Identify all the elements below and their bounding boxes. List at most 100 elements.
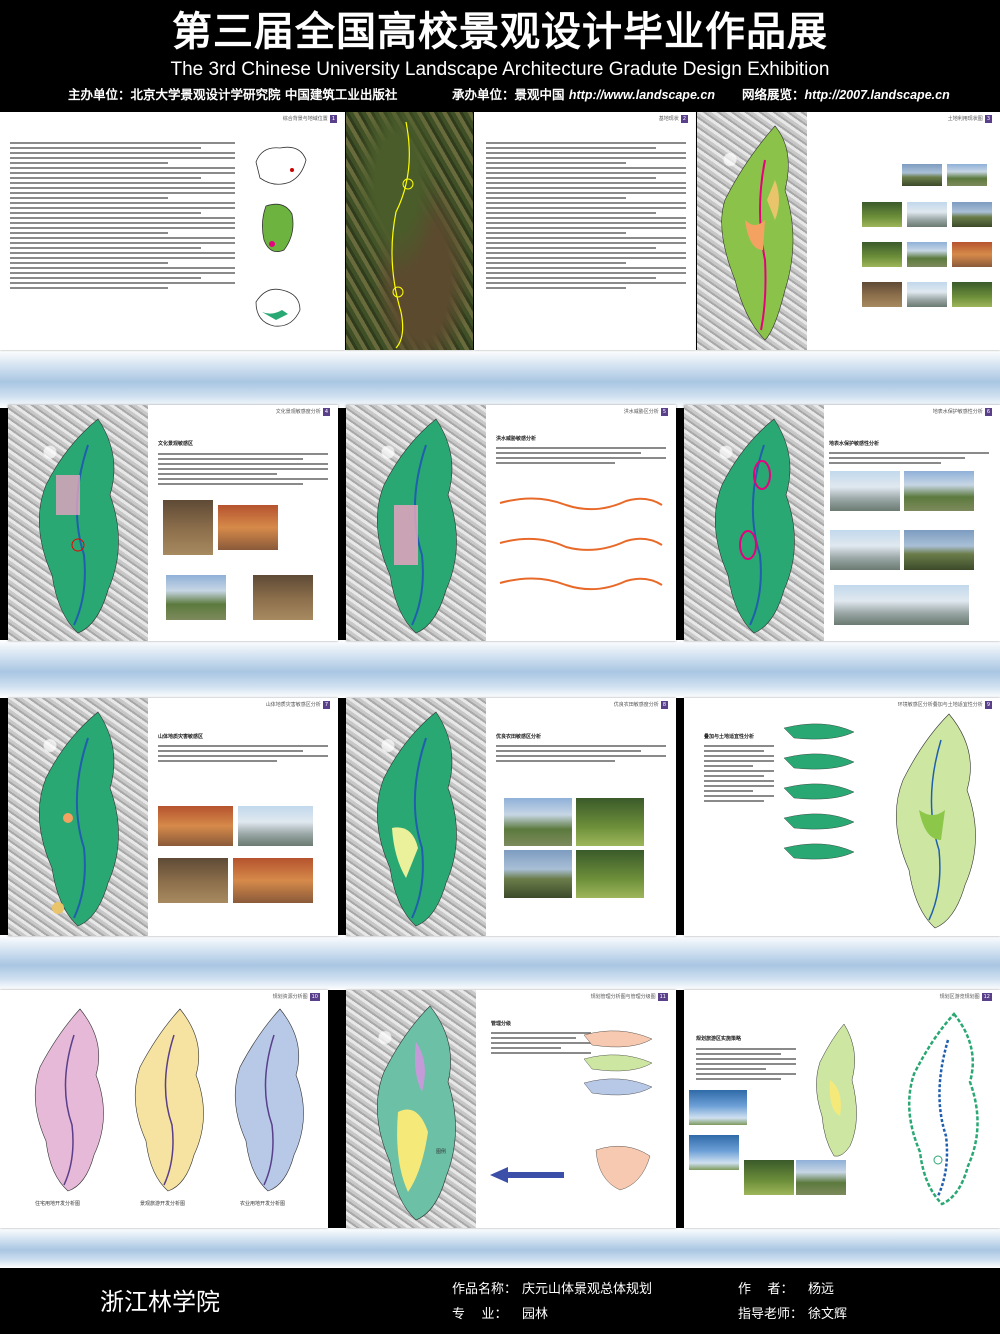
online-label: 网络展览： xyxy=(742,87,805,102)
spread-number: 10 xyxy=(309,993,320,1001)
work-name-value: 庆元山体景观总体规划 xyxy=(522,1282,653,1297)
river-photo xyxy=(830,471,900,511)
body-text xyxy=(486,142,686,292)
online-exhibition: 网络展览：http://2007.landscape.cn xyxy=(742,86,950,104)
landslide-photo xyxy=(233,858,313,903)
spread-tag-label: 土地利用现状图 xyxy=(947,116,983,122)
section-heading: 优良农田敏感区分析 xyxy=(496,734,542,740)
landscape-photo xyxy=(689,1135,739,1170)
spread-number: 4 xyxy=(322,408,330,416)
exhibition-title-en: The 3rd Chinese University Landscape Arc… xyxy=(170,59,830,80)
spread-tag-label: 规划管理分析图与管理分级图 xyxy=(590,994,656,1000)
spread-6: 地表水保护敏感性分析 6 地表水保护敏感性分析 xyxy=(684,405,1000,641)
section-heading: 规划旅游区实施策略 xyxy=(696,1036,742,1042)
body-text xyxy=(696,1048,796,1083)
spread-2: 基地现状 2 xyxy=(474,112,696,350)
section-heading: 洪水威胁敏感分析 xyxy=(496,436,537,442)
river-photo xyxy=(904,530,974,570)
sensitivity-map xyxy=(714,418,795,634)
river-photo xyxy=(830,530,900,570)
flood-section-diagram xyxy=(499,497,663,591)
spread-number: 6 xyxy=(984,408,992,416)
section-heading: 文化景观敏感区 xyxy=(158,441,194,447)
advisor-value: 徐文辉 xyxy=(808,1307,848,1322)
spread-11: 规划管理分析图与管理分级图 11 管理分级 图例 xyxy=(346,990,676,1228)
spread-number: 7 xyxy=(322,701,330,709)
section-heading: 叠加与土地适宜性分析 xyxy=(704,734,755,740)
landslide-photo xyxy=(158,806,233,846)
farmland-photo xyxy=(576,798,644,846)
tourism-zone-map xyxy=(816,1023,857,1157)
spread-number: 12 xyxy=(981,993,992,1001)
spread-tag: 山体地质灾害敏感区分析 7 xyxy=(266,701,330,709)
divider-stripe xyxy=(0,935,1000,990)
body-text xyxy=(10,142,235,292)
spread-tag-label: 规划资源分析图 xyxy=(272,994,308,1000)
spread-number: 1 xyxy=(329,115,337,123)
spread-tag: 规划管理分析图与管理分级图 11 xyxy=(591,993,668,1001)
spread-9: 环境敏感区分析叠加与土地适宜性分析 9 叠加与土地适宜性分析 xyxy=(684,698,1000,936)
spread-tag-label: 规划区游览规划图 xyxy=(939,994,980,1000)
spread-tag-label: 地表水保护敏感性分析 xyxy=(932,409,983,415)
province-location-map xyxy=(262,203,294,253)
divider-stripe xyxy=(0,350,1000,408)
section-heading: 山体地质灾害敏感区 xyxy=(158,734,204,740)
spread-tag: 洪水威胁区分析 5 xyxy=(624,408,668,416)
landslide-photo xyxy=(238,806,313,846)
spread-tag: 文化景观敏感度分析 4 xyxy=(276,408,330,416)
sensitivity-map xyxy=(38,418,119,634)
china-location-map xyxy=(255,146,307,185)
sensitivity-map xyxy=(38,711,119,927)
co-organizer-label: 承办单位：景观中国 xyxy=(452,87,565,102)
author-label: 作 者： xyxy=(738,1282,794,1297)
section-heading: 地表水保护敏感性分析 xyxy=(829,441,880,447)
spread-number: 11 xyxy=(657,993,668,1001)
spread-number: 3 xyxy=(984,115,992,123)
divider-stripe xyxy=(0,1228,1000,1268)
tourism-dev-map xyxy=(134,1008,204,1192)
site-photo xyxy=(862,242,902,267)
county-location-map xyxy=(255,288,301,327)
land-use-map xyxy=(721,125,794,341)
body-text xyxy=(496,745,666,765)
river-photo xyxy=(904,471,974,511)
online-url[interactable]: http://2007.landscape.cn xyxy=(805,86,950,104)
agriculture-dev-map xyxy=(234,1008,304,1192)
site-photo xyxy=(907,202,947,227)
spread-tag: 环境敏感区分析叠加与土地适宜性分析 9 xyxy=(898,701,992,709)
spread-tag: 综合背景与地域位置 1 xyxy=(283,115,337,123)
map-caption: 住宅用地开发分析图 xyxy=(35,1201,81,1207)
spread-tag: 规划资源分析图 10 xyxy=(273,993,320,1001)
management-grade-map xyxy=(376,1005,456,1221)
landscape-photo xyxy=(744,1160,794,1195)
landslide-photo xyxy=(158,858,228,903)
co-organizer-url[interactable]: http://www.landscape.cn xyxy=(569,86,715,104)
tour-route-map xyxy=(907,1012,979,1206)
spread-number: 8 xyxy=(660,701,668,709)
suitability-map xyxy=(895,713,976,929)
site-photo xyxy=(952,202,992,227)
map-caption: 农业用地开发分析图 xyxy=(240,1201,286,1207)
divider-stripe xyxy=(0,640,1000,698)
spread-tag: 优良农田敏感度分析 8 xyxy=(614,701,668,709)
sensitivity-map xyxy=(376,418,457,634)
spread-number: 5 xyxy=(660,408,668,416)
site-photo xyxy=(902,164,942,186)
site-photo xyxy=(907,282,947,307)
heritage-photo xyxy=(253,575,313,620)
spread-number: 9 xyxy=(984,701,992,709)
body-text xyxy=(496,447,666,467)
spread-tag: 基地现状 2 xyxy=(659,115,688,123)
co-organizer: 承办单位：景观中国 http://www.landscape.cn xyxy=(452,86,715,104)
work-name-label: 作品名称： xyxy=(452,1282,518,1297)
major-label: 专 业： xyxy=(452,1307,508,1322)
spread-tag-label: 山体地质灾害敏感区分析 xyxy=(265,702,321,708)
heritage-photo xyxy=(163,500,213,555)
spread-tag: 规划区游览规划图 12 xyxy=(940,993,992,1001)
farmland-photo xyxy=(504,798,572,846)
spread-3: 土地利用现状图 3 xyxy=(697,112,1000,350)
spread-tag: 土地利用现状图 3 xyxy=(948,115,992,123)
spread-tag-label: 综合背景与地域位置 xyxy=(282,116,328,122)
school-name: 浙江林学院 xyxy=(100,1288,220,1316)
spread-8: 优良农田敏感度分析 8 优良农田敏感区分析 xyxy=(346,698,676,936)
